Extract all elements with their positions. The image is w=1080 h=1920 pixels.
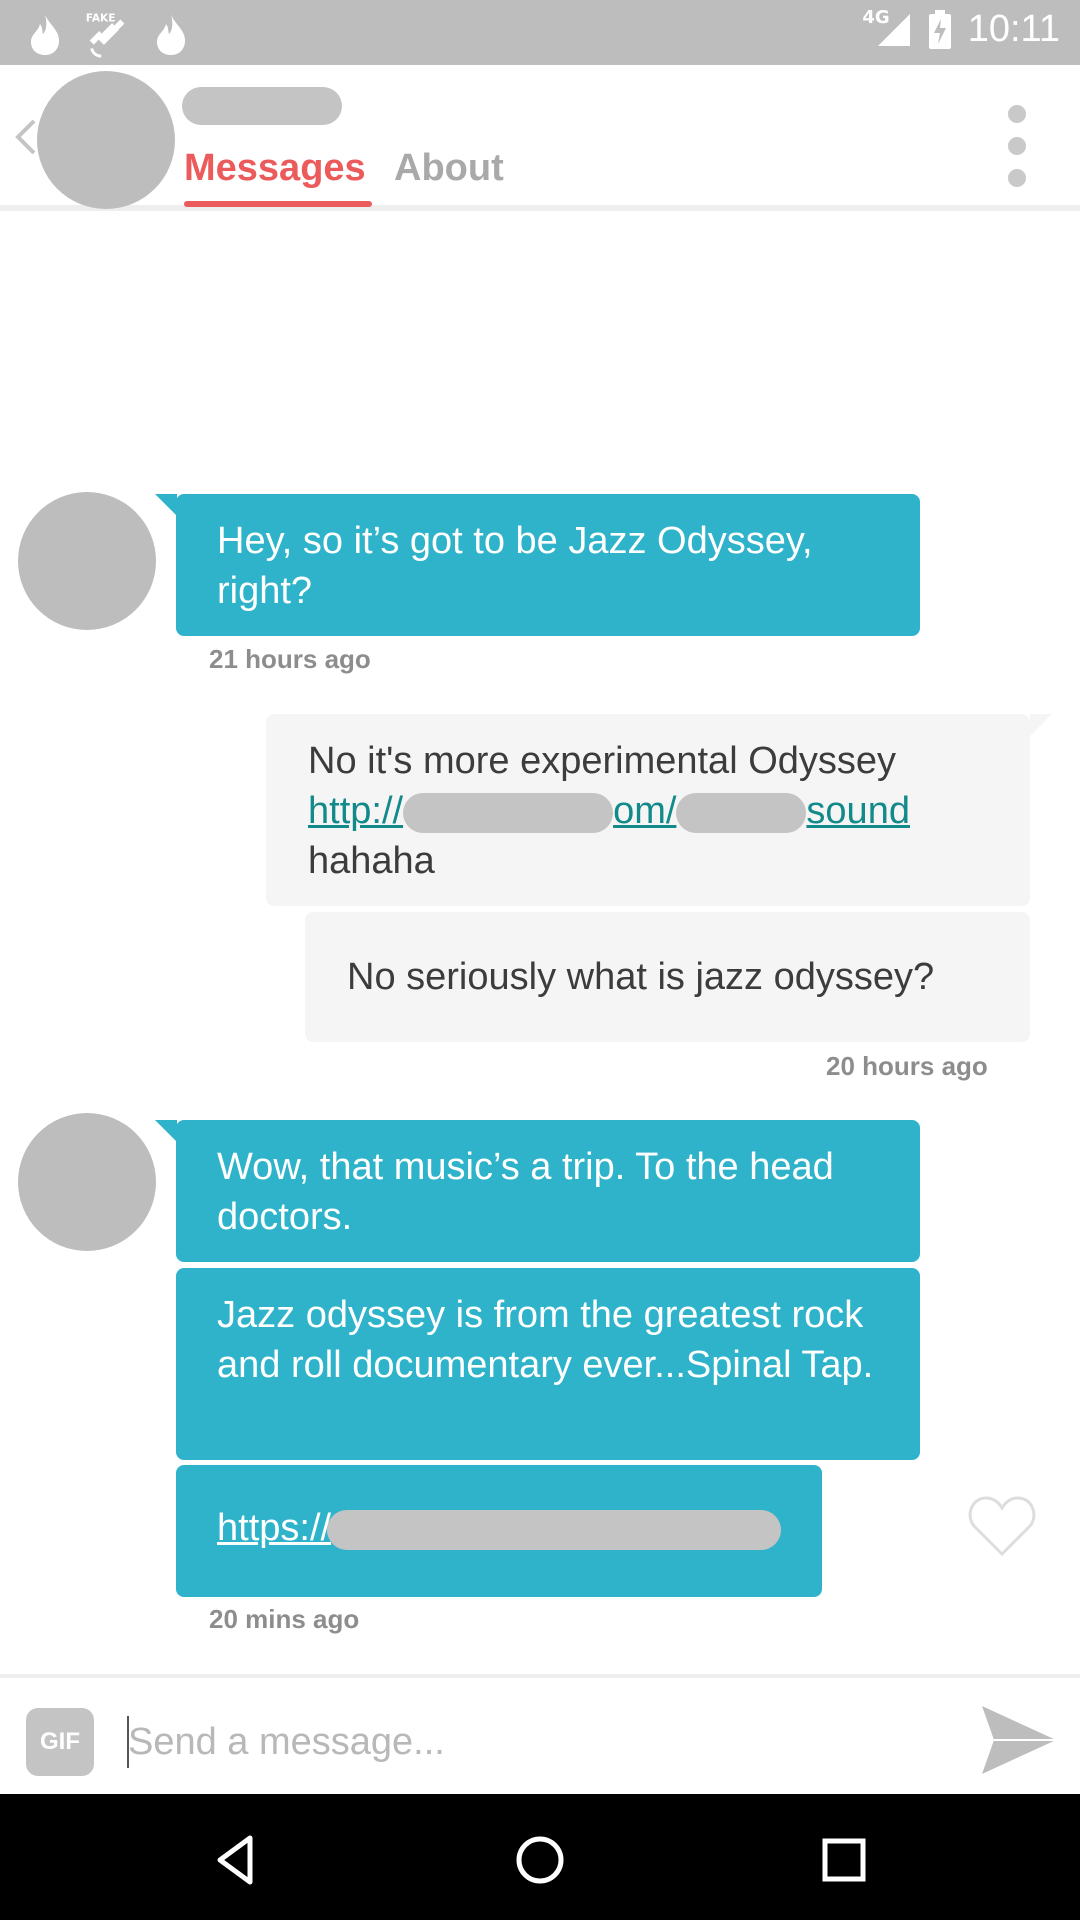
send-icon[interactable] xyxy=(980,1702,1058,1778)
flame-icon xyxy=(157,14,186,55)
bubble-tail xyxy=(155,494,177,516)
flame-icon xyxy=(31,14,60,55)
incoming-message[interactable]: Wow, that music’s a trip. To the head do… xyxy=(176,1120,920,1262)
message-text: No seriously what is jazz odyssey? xyxy=(347,956,935,998)
status-right-icons: 4G 10:11 xyxy=(862,7,1060,51)
message-input[interactable] xyxy=(128,1712,928,1772)
incoming-message[interactable]: Hey, so it’s got to be Jazz Odyssey, rig… xyxy=(176,494,920,636)
message-link[interactable]: http://om/sound xyxy=(308,786,990,836)
chat-header: Messages About xyxy=(0,65,1080,211)
svg-text:FAKE: FAKE xyxy=(86,13,116,25)
redacted-text xyxy=(327,1509,782,1550)
sender-avatar[interactable] xyxy=(18,1113,156,1251)
message-timestamp: 20 hours ago xyxy=(826,1051,988,1081)
network-type: 4G xyxy=(862,7,890,28)
message-link[interactable]: https:// xyxy=(217,1507,331,1549)
sender-avatar[interactable] xyxy=(18,492,156,630)
message-text: hahaha xyxy=(308,840,435,882)
clock: 10:11 xyxy=(967,8,1060,50)
outgoing-message[interactable]: No it's more experimental Odyssey http:/… xyxy=(266,714,1030,906)
match-name-redacted xyxy=(182,87,342,125)
message-text: Wow, that music’s a trip. To the head do… xyxy=(217,1146,834,1238)
active-tab-indicator xyxy=(184,201,372,207)
status-bar: FAKE 4G 10:11 xyxy=(0,0,1080,65)
tab-messages[interactable]: Messages xyxy=(184,147,366,190)
back-triangle-icon[interactable] xyxy=(206,1830,266,1890)
message-text: Jazz odyssey is from the greatest rock a… xyxy=(217,1294,874,1386)
gif-button[interactable]: GIF xyxy=(26,1708,94,1776)
message-text: No it's more experimental Odyssey xyxy=(308,740,897,782)
redacted-text xyxy=(676,792,807,833)
message-timestamp: 20 mins ago xyxy=(209,1604,360,1634)
redacted-text xyxy=(403,792,614,833)
like-heart-icon[interactable] xyxy=(967,1494,1037,1558)
home-circle-icon[interactable] xyxy=(510,1830,570,1890)
fake-gps-icon: FAKE xyxy=(86,13,125,58)
bubble-tail xyxy=(155,1120,177,1142)
battery-charging-icon xyxy=(928,9,951,49)
message-composer: GIF xyxy=(0,1674,1080,1798)
incoming-message[interactable]: https:// xyxy=(176,1465,822,1597)
tab-about[interactable]: About xyxy=(394,147,504,190)
match-avatar[interactable] xyxy=(37,71,175,209)
message-timestamp: 21 hours ago xyxy=(209,644,371,674)
status-left-icons: FAKE xyxy=(28,10,188,58)
outgoing-message[interactable]: No seriously what is jazz odyssey? xyxy=(305,912,1030,1042)
android-nav-bar xyxy=(0,1794,1080,1920)
incoming-message[interactable]: Jazz odyssey is from the greatest rock a… xyxy=(176,1268,920,1460)
recents-square-icon[interactable] xyxy=(814,1830,874,1890)
bubble-tail xyxy=(1030,714,1052,736)
more-options-icon[interactable] xyxy=(1008,105,1030,201)
message-text: Hey, so it’s got to be Jazz Odyssey, rig… xyxy=(217,520,813,612)
